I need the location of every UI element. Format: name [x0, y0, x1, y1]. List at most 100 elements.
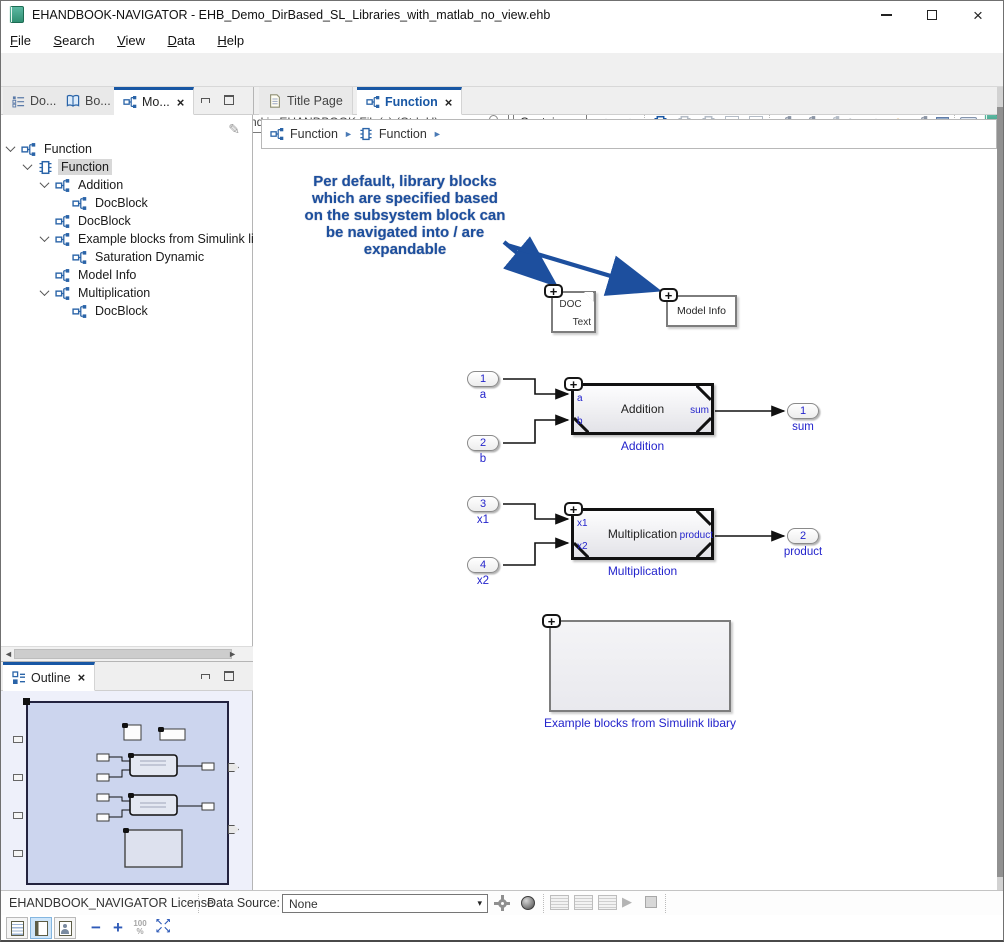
model-tree-icon	[55, 268, 70, 283]
panel-maximize-button[interactable]	[221, 93, 237, 107]
tab-bookmarks[interactable]: Bo...	[57, 87, 121, 115]
inport-4[interactable]: 4	[467, 557, 499, 573]
settings-gear-icon[interactable]	[498, 899, 507, 908]
model-tree-icon	[55, 178, 70, 193]
tree-item-example-blocks[interactable]: Example blocks from Simulink lib	[39, 230, 264, 248]
chevron-down-icon[interactable]	[23, 160, 33, 170]
zoom-100-button[interactable]: 100 %	[130, 920, 150, 936]
addition-subsystem-block[interactable]: Addition a b sum	[571, 383, 714, 435]
menu-search[interactable]: Search	[44, 29, 103, 51]
expand-badge[interactable]: +	[564, 502, 583, 516]
tree-item-function-root[interactable]: Function	[5, 140, 95, 158]
subsystem-icon	[38, 160, 53, 175]
tab-label: Title Page	[287, 94, 343, 108]
menu-data[interactable]: Data	[158, 29, 203, 51]
data-source-dropdown[interactable]: None ▾	[282, 894, 488, 913]
measurement-icon-2[interactable]	[574, 895, 593, 910]
breadcrumb-item-function[interactable]: Function	[379, 127, 427, 141]
port-label-a: a	[577, 394, 583, 404]
arrow-sw-icon: ↙	[155, 925, 163, 936]
fit-to-view-button[interactable]: ↖↗ ↙↘	[153, 919, 173, 935]
panel-minimize-button[interactable]	[197, 669, 213, 683]
inport-2-label: b	[453, 453, 513, 465]
measurement-icon-3[interactable]	[598, 895, 617, 910]
tab-label: Bo...	[85, 94, 111, 108]
outport-1[interactable]: 1	[787, 403, 819, 419]
inport-3[interactable]: 3	[467, 496, 499, 512]
tree-horizontal-scrollbar[interactable]: ◄ ►	[1, 646, 253, 661]
multiplication-subsystem-block[interactable]: Multiplication x1 x2 product	[571, 508, 714, 560]
play-icon[interactable]: ▶	[622, 894, 632, 910]
chevron-down-icon[interactable]	[6, 142, 16, 152]
chevron-down-icon[interactable]	[40, 232, 50, 242]
breadcrumb: Function ► Function ►	[261, 119, 997, 149]
model-canvas[interactable]: Per default, library blocks which are sp…	[254, 149, 997, 890]
tree-item-model-info[interactable]: Model Info	[39, 266, 139, 284]
tab-title-page[interactable]: Title Page	[259, 87, 353, 115]
measurement-icon-1[interactable]	[550, 895, 569, 910]
outline-resize-handle[interactable]	[23, 698, 30, 705]
port-number: 1	[800, 405, 806, 417]
tree-item-docblock-1[interactable]: DocBlock	[56, 194, 151, 212]
tab-function[interactable]: Function ×	[357, 87, 462, 115]
status-bar: EHANDBOOK_NAVIGATOR License Data Source:…	[1, 890, 1003, 915]
port-number: 3	[480, 498, 486, 510]
outline-mini-inport	[13, 812, 23, 819]
outport-2[interactable]: 2	[787, 528, 819, 544]
tree-item-multiplication[interactable]: Multiplication	[39, 284, 153, 302]
license-status: EHANDBOOK_NAVIGATOR License	[9, 896, 214, 910]
close-button[interactable]: ×	[961, 1, 995, 29]
outline-icon	[12, 671, 26, 685]
scroll-left-icon[interactable]: ◄	[4, 649, 13, 660]
zoom-in-button[interactable]: +	[108, 917, 128, 939]
portrait-view-button[interactable]	[54, 917, 76, 939]
expand-badge[interactable]: +	[564, 377, 583, 391]
chevron-down-icon[interactable]	[40, 178, 50, 188]
panel-maximize-button[interactable]	[221, 669, 237, 683]
addition-caption: Addition	[571, 439, 714, 453]
outline-viewport[interactable]	[26, 701, 229, 885]
tab-close-icon[interactable]: ×	[78, 670, 86, 685]
tree-item-saturation-dynamic[interactable]: Saturation Dynamic	[56, 248, 207, 266]
tree-item-label: Function	[41, 141, 95, 157]
scrollbar-thumb[interactable]	[997, 107, 1004, 877]
example-blocks-block[interactable]	[549, 620, 731, 712]
tree-item-docblock-3[interactable]: DocBlock	[56, 302, 151, 320]
expand-badge[interactable]: +	[542, 614, 561, 628]
model-tree-icon	[72, 250, 87, 265]
tree-item-function[interactable]: Function	[22, 158, 112, 176]
maximize-icon	[224, 671, 234, 681]
expand-badge[interactable]: +	[544, 284, 563, 298]
zoom-out-button[interactable]: −	[86, 917, 106, 939]
tab-close-icon[interactable]: ×	[177, 95, 185, 110]
maximize-button[interactable]	[915, 1, 949, 29]
tab-close-icon[interactable]: ×	[445, 95, 453, 110]
data-source-label: Data Source:	[207, 896, 280, 910]
panel-minimize-button[interactable]	[197, 93, 213, 107]
inport-1[interactable]: 1	[467, 371, 499, 387]
breadcrumb-item-function-root[interactable]: Function	[290, 127, 338, 141]
tab-model[interactable]: Mo... ×	[114, 87, 194, 115]
annotation-line: expandable	[282, 241, 528, 258]
stop-icon[interactable]	[645, 896, 657, 908]
data-sphere-icon[interactable]	[521, 896, 535, 910]
minimize-icon	[201, 98, 210, 103]
menu-help[interactable]: Help	[208, 29, 253, 51]
tree-item-docblock-2[interactable]: DocBlock	[39, 212, 134, 230]
menu-view[interactable]: View	[108, 29, 154, 51]
chevron-down-icon[interactable]	[40, 286, 50, 296]
split-view-button[interactable]	[30, 917, 52, 939]
scroll-right-icon[interactable]: ►	[228, 649, 237, 660]
single-page-view-button[interactable]	[6, 917, 28, 939]
menu-file[interactable]: File	[1, 29, 40, 51]
tree-item-addition[interactable]: Addition	[39, 176, 126, 194]
page-lines-icon	[11, 921, 24, 936]
tab-outline[interactable]: Outline ×	[3, 662, 95, 691]
scrollbar-thumb[interactable]	[14, 649, 232, 659]
canvas-vertical-scrollbar[interactable]	[997, 87, 1004, 890]
doc-line1: DOC	[553, 299, 588, 310]
minimize-button[interactable]	[869, 1, 903, 29]
expand-badge[interactable]: +	[659, 288, 678, 302]
inport-2[interactable]: 2	[467, 435, 499, 451]
pencil-icon[interactable]: ✎	[228, 121, 240, 138]
